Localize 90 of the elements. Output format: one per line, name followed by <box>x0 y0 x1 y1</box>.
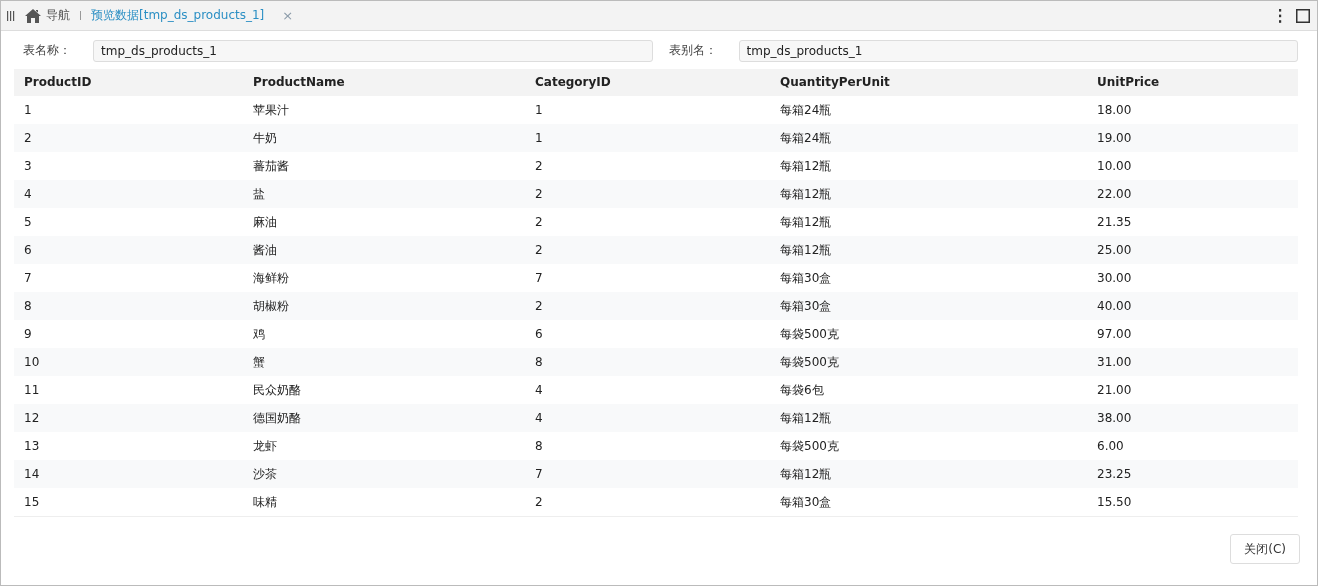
table-cell: 每箱12瓶 <box>770 180 1087 208</box>
table-cell: 每箱30盒 <box>770 488 1087 517</box>
input-field[interactable]: tmp_ds_products_1 <box>93 39 653 62</box>
table-cell-text: 每箱12瓶 <box>779 214 833 231</box>
table-cell-text: 30.00 <box>1096 270 1133 287</box>
table-cell: 22.00 <box>1087 180 1298 208</box>
field-label: 表别名： <box>668 42 718 59</box>
table-cell: 25.00 <box>1087 236 1298 264</box>
table-cell-text: 海鲜粉 <box>252 270 290 287</box>
table-cell: 40.00 <box>1087 292 1298 320</box>
table-cell-text: 每袋500克 <box>779 326 840 343</box>
table-cell: 每箱12瓶 <box>770 236 1087 264</box>
table-cell: 沙茶 <box>243 460 525 488</box>
table-cell-text: 10.00 <box>1096 158 1133 175</box>
column-header[interactable]: CategoryID <box>525 69 770 96</box>
table-cell: 8 <box>14 292 243 320</box>
table-cell: 盐 <box>243 180 525 208</box>
table-cell: 2 <box>525 292 770 320</box>
table-cell-text: 21.00 <box>1096 382 1133 399</box>
table-cell: 德国奶酪 <box>243 404 525 432</box>
input-field[interactable]: tmp_ds_products_1 <box>738 39 1298 62</box>
tab[interactable]: 导航 <box>19 1 76 30</box>
table-cell-text: 蕃茄酱 <box>252 158 290 175</box>
table-cell: 4 <box>525 404 770 432</box>
table-cell: 胡椒粉 <box>243 292 525 320</box>
table-cell-text: 18.00 <box>1096 102 1133 119</box>
table-cell-text: 龙虾 <box>252 438 278 455</box>
table-cell-text: 1 <box>534 102 544 119</box>
column-header[interactable]: ProductID <box>14 69 243 96</box>
column-header[interactable]: ProductName <box>243 69 525 96</box>
table-cell: 10 <box>14 348 243 376</box>
table-cell: 2 <box>525 180 770 208</box>
table-cell-text: 8 <box>534 438 544 455</box>
table-cell-text: 4 <box>534 382 544 399</box>
table-cell: 15 <box>14 488 243 517</box>
table-cell-text: 3 <box>23 158 33 175</box>
table-cell-text: 2 <box>534 158 544 175</box>
table-cell: 6 <box>14 236 243 264</box>
table-cell-text: 13 <box>23 438 41 455</box>
table-cell: 12 <box>14 404 243 432</box>
table-cell-text: 鸡 <box>252 326 266 343</box>
table-cell-text: 7 <box>534 270 544 287</box>
table-cell: 每箱12瓶 <box>770 460 1087 488</box>
close-button[interactable]: 关闭(C) <box>1230 534 1300 564</box>
table-cell: 31.00 <box>1087 348 1298 376</box>
table-cell-text: 每袋6包 <box>779 382 825 399</box>
table-cell: 酱油 <box>243 236 525 264</box>
table-cell: 每箱24瓶 <box>770 124 1087 152</box>
table-cell-text: 2 <box>534 214 544 231</box>
table-cell-text: 每袋500克 <box>779 438 840 455</box>
table-cell: 牛奶 <box>243 124 525 152</box>
table-cell: 每袋500克 <box>770 348 1087 376</box>
table-cell-text: 麻油 <box>252 214 278 231</box>
table-cell-text: 每箱30盒 <box>779 270 833 287</box>
table-cell: 38.00 <box>1087 404 1298 432</box>
table-cell: 每箱30盒 <box>770 292 1087 320</box>
table-cell: 1 <box>525 124 770 152</box>
table-cell: 每箱12瓶 <box>770 404 1087 432</box>
table-cell: 蟹 <box>243 348 525 376</box>
grip-icon <box>7 10 15 21</box>
table-cell-text: 苹果汁 <box>252 102 290 119</box>
table-cell-text: 6 <box>534 326 544 343</box>
table-cell-text: 7 <box>23 270 33 287</box>
table-cell: 2 <box>525 236 770 264</box>
maximize-icon[interactable] <box>1296 8 1310 23</box>
column-header[interactable]: UnitPrice <box>1087 69 1298 96</box>
table-cell: 19.00 <box>1087 124 1298 152</box>
table-cell-text: 21.35 <box>1096 214 1133 231</box>
table-cell-text: 6.00 <box>1096 438 1125 455</box>
table-cell-text: 每箱24瓶 <box>779 102 833 119</box>
table-cell: 4 <box>14 180 243 208</box>
home-icon <box>25 8 41 23</box>
menu-icon[interactable] <box>1278 8 1282 23</box>
table-cell: 8 <box>525 348 770 376</box>
table-cell: 7 <box>525 460 770 488</box>
table-cell-text: 1 <box>23 102 33 119</box>
table-cell-text: 97.00 <box>1096 326 1133 343</box>
table-cell-text: 9 <box>23 326 33 343</box>
table-cell: 23.25 <box>1087 460 1298 488</box>
field-label: 表名称： <box>23 42 72 59</box>
table-cell-text: 每箱12瓶 <box>779 158 833 175</box>
table-cell: 14 <box>14 460 243 488</box>
table-cell-text: 5 <box>23 214 33 231</box>
table-cell: 15.50 <box>1087 488 1298 517</box>
table-cell: 味精 <box>243 488 525 517</box>
table-cell: 2 <box>525 488 770 517</box>
column-header[interactable]: QuantityPerUnit <box>770 69 1087 96</box>
table-cell: 2 <box>14 124 243 152</box>
table-cell-text: 11 <box>23 382 41 399</box>
table-cell-text: 民众奶酪 <box>252 382 302 399</box>
